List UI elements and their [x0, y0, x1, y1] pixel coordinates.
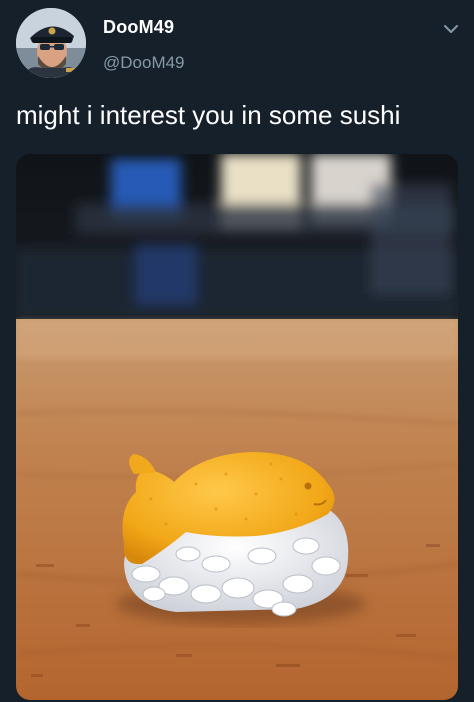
user-avatar[interactable] [16, 8, 86, 78]
sushi-photo [16, 154, 458, 700]
avatar-image [16, 8, 86, 78]
author-names: DooM49 @DooM49 [103, 16, 185, 74]
chevron-down-icon[interactable] [440, 18, 462, 40]
display-name[interactable]: DooM49 [103, 16, 185, 38]
tweet-header: DooM49 @DooM49 [0, 0, 474, 90]
user-handle[interactable]: @DooM49 [103, 52, 185, 74]
tweet-photo[interactable] [16, 154, 458, 700]
tweet: DooM49 @DooM49 might i interest you in s… [0, 0, 474, 702]
tweet-text: might i interest you in some sushi [16, 100, 401, 130]
